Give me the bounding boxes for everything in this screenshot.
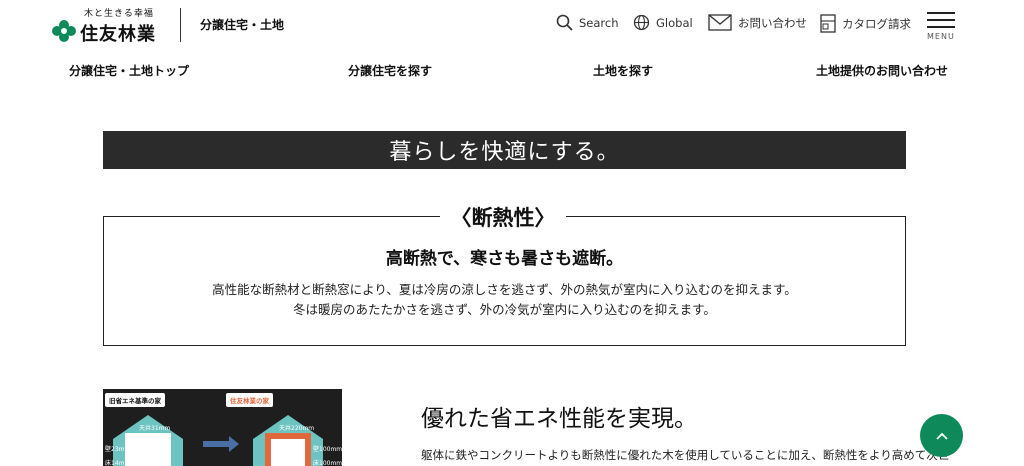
chevron-up-icon: [935, 432, 948, 440]
logo-tagline: 木と生きる幸福: [84, 9, 154, 19]
insulation-body-line: 冬は暖房のあたたかさを逃さず、外の冷気が室内に入り込むのを抑えます。: [293, 302, 716, 317]
back-to-top-button[interactable]: [920, 414, 963, 457]
search-link[interactable]: Search: [556, 14, 619, 31]
global-link[interactable]: Global: [633, 14, 693, 31]
old-wall-value: 壁23mm: [105, 446, 131, 453]
globe-icon: [633, 14, 650, 31]
site-name[interactable]: 分譲住宅・土地: [200, 16, 284, 33]
menu-label: MENU: [927, 32, 955, 41]
nav-item-find-land[interactable]: 土地を探す: [593, 62, 653, 79]
nav-item-top[interactable]: 分譲住宅・土地トップ: [69, 62, 189, 79]
new-house-label: 住友林業の家: [226, 393, 273, 407]
section-banner: 暮らしを快適にする。: [103, 131, 906, 169]
global-label: Global: [656, 15, 693, 30]
site-header: 木と生きる幸福 住友林業 分譲住宅・土地 Search Global お問い合わ…: [0, 0, 1024, 52]
old-floor-value: 床14mm: [105, 460, 131, 466]
banner-title: 暮らしを快適にする。: [389, 140, 620, 165]
sumitomo-forestry-logo[interactable]: 木と生きる幸福 住友林業: [52, 6, 172, 45]
contact-label: お問い合わせ: [738, 15, 807, 30]
hamburger-bar: [927, 26, 955, 28]
new-floor-value: 床100mm: [313, 460, 342, 466]
catalog-link[interactable]: カタログ請求: [820, 14, 911, 33]
insulation-heading: 高断熱で、寒さも暑さも遮断。: [385, 249, 624, 269]
new-ceiling-value: 天井220mm: [279, 425, 315, 432]
insulation-body-line: 高性能な断熱材と断熱窓により、夏は冷房の涼しさを逃さず、外の熱気が室内に入り込む…: [212, 282, 797, 297]
performance-title: 優れた省エネ性能を実現。: [421, 406, 697, 432]
old-ceiling-value: 天井31mm: [139, 425, 171, 432]
hamburger-icon: [927, 12, 955, 14]
mail-icon: [708, 14, 732, 31]
contact-link[interactable]: お問い合わせ: [708, 14, 807, 31]
hamburger-bar: [927, 19, 955, 21]
logo-divider: [180, 8, 181, 42]
main-nav: 分譲住宅・土地トップ 分譲住宅を探す 土地を探す 土地提供のお問い合わせ: [0, 62, 1024, 80]
insulation-title: 〈断熱性〉: [440, 203, 566, 231]
menu-button[interactable]: MENU: [926, 10, 956, 44]
new-wall-value: 壁100mm: [313, 446, 342, 453]
search-label: Search: [579, 15, 619, 30]
old-house-label: 旧省エネ基準の家: [105, 393, 165, 407]
insulation-diagram: 旧省エネ基準の家 住友林業の家 天井31mm 天井220mm 壁23mm 床14…: [103, 389, 342, 466]
search-icon: [556, 14, 573, 31]
catalog-icon: [820, 14, 836, 33]
nav-item-land-inquiry[interactable]: 土地提供のお問い合わせ: [816, 62, 948, 79]
logo-mark-icon: [52, 20, 76, 42]
logo-name: 住友林業: [80, 24, 156, 45]
insulation-body: 高性能な断熱材と断熱窓により、夏は冷房の涼しさを逃さず、外の熱気が室内に入り込む…: [103, 280, 906, 320]
performance-body: 躯体に鉄やコンクリートよりも断熱性に優れた木を使用していることに加え、断熱性をよ…: [421, 448, 950, 462]
catalog-label: カタログ請求: [842, 16, 911, 31]
nav-item-find-homes[interactable]: 分譲住宅を探す: [348, 62, 432, 79]
